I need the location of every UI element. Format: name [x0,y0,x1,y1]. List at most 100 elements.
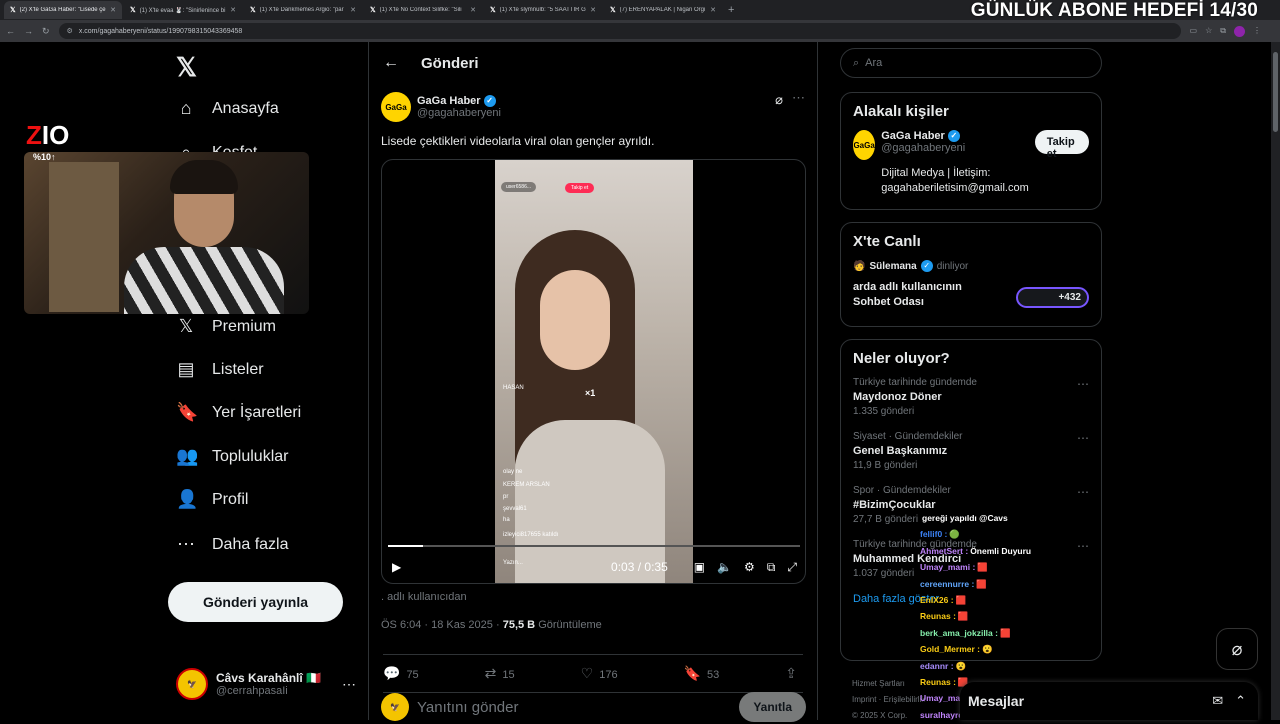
close-icon[interactable]: ✕ [230,6,236,14]
browser-tab[interactable]: 𝕏 (7) ERENYAPALAK | Nigan Orgi ✕ [604,1,722,19]
close-icon[interactable]: ✕ [710,6,716,14]
browser-tab[interactable]: 𝕏 (1) X'te slymnulb: "5 SAATTİR G ✕ [484,1,602,19]
post-button[interactable]: Gönderi yayınla [168,582,343,622]
background-door [49,162,119,312]
nav-item-x[interactable]: 𝕏 Premium [176,316,276,337]
repost-icon: ⇄ [484,665,497,681]
grok-icon[interactable]: ⌀ [775,92,783,108]
volume-icon[interactable]: 🔈 [717,560,732,574]
nav-item-more[interactable]: ⋯ Daha fazla [176,534,289,555]
video-person-face [540,270,610,370]
footer-link[interactable]: Hizmet Şartları [852,676,925,692]
fullscreen-icon[interactable]: ⤢ [787,560,797,575]
expand-icon[interactable]: ⌃ [1235,693,1246,709]
page-scrollbar[interactable] [1271,42,1280,720]
play-icon[interactable]: ▶ [392,560,401,574]
chat-message: edannr : 😮 [920,658,1080,674]
grok-fab-icon[interactable]: ⌀ [1216,628,1258,670]
close-icon[interactable]: ✕ [350,6,356,14]
more-icon[interactable]: ⋯ [1077,431,1089,445]
star-icon[interactable]: ☆ [1205,26,1212,37]
profile-avatar[interactable] [1234,25,1245,37]
share-action[interactable]: ⇪ [785,665,803,682]
messages-drawer[interactable]: Mesajlar ✉ ⌃ [960,682,1258,720]
repost-action[interactable]: ⇄ 15 [485,665,515,682]
video-frame[interactable]: user6586... Takip et HASAN ×1 olay ne KE… [495,160,693,583]
captions-icon[interactable]: ▣ [694,560,705,574]
close-icon[interactable]: ✕ [470,6,476,14]
messages-title: Mesajlar [968,693,1025,709]
new-tab-icon[interactable]: + [724,4,738,16]
more-icon[interactable]: ⋯ [1077,485,1089,499]
settings-icon[interactable]: ⚙ [744,560,755,574]
author-avatar[interactable]: GaGa [381,92,411,122]
install-icon[interactable]: ▭ [1190,26,1198,37]
forward-icon[interactable]: → [24,26,33,36]
trend-item[interactable]: Siyaset · Gündemdekiler Genel Başkanımız 1… [853,431,1089,471]
site-info-icon[interactable]: ⚙ [67,27,73,35]
x-logo-icon[interactable]: 𝕏 [176,52,197,83]
related-avatar[interactable]: GaGa [853,130,876,160]
like-action[interactable]: ♡ 176 [581,665,618,682]
chat-text: 🟥 [957,611,969,622]
account-switcher[interactable]: 🦅 Câvs Karahânlî 🇮🇹 @cerrahpasaIi ⋯ [176,668,356,700]
reply-button[interactable]: Yanıtla [739,692,806,722]
more-icon[interactable]: ⋯ [1077,377,1089,391]
back-arrow-icon[interactable]: ← [383,54,399,72]
footer-copyright: © 2025 X Corp. [852,711,908,720]
url-field[interactable]: ⚙ x.com/gagahaberyeni/status/19907983150… [58,23,1181,39]
video-chat-line: ha [503,517,510,523]
follow-button[interactable]: Takip et [1034,130,1089,160]
chat-text: 🟥 [976,578,987,589]
chat-username: Reunas : [920,677,956,688]
menu-icon[interactable]: ⋮ [1253,26,1261,37]
nav-item-home[interactable]: ⌂ Anasayfa [176,98,279,119]
new-message-icon[interactable]: ✉ [1212,693,1223,709]
nav-item-bookmark[interactable]: 🔖 Yer İşaretleri [176,402,301,423]
trend-item[interactable]: Türkiye tarihinde gündemde Maydonoz Döner… [853,377,1089,417]
avatar: 🦅 [381,693,409,721]
footer-link[interactable]: Imprint · Erişilebilirlik [852,692,925,708]
back-icon[interactable]: ← [6,26,15,36]
tab-label: (2) X'te GaGa Haber: "Lisede çe [19,7,106,13]
reload-icon[interactable]: ↻ [42,26,50,37]
post-timestamp[interactable]: ÖS 6:04 · 18 Kas 2025 · [381,619,500,631]
video-live-header: user6586... [501,182,537,192]
chat-text: Önemli Duyuru [970,545,1032,556]
nav-label: Topluluklar [212,447,289,465]
video-player[interactable]: user6586... Takip et HASAN ×1 olay ne KE… [381,159,806,584]
browser-tab[interactable]: 𝕏 (1) X'te Dankmemes Argio: "par ✕ [244,1,362,19]
chat-message: cereennurre : 🟥 [920,576,1080,592]
nav-item-profile[interactable]: 👤 Profil [176,489,248,510]
space-title[interactable]: arda adlı kullanıcının Sohbet Odası [853,280,993,310]
author-name: GaGa Haber [417,95,481,107]
browser-tab[interactable]: 𝕏 (1) X'te No Context Silifke: "Sili ✕ [364,1,482,19]
reply-input[interactable]: Yanıtını gönder [417,699,518,716]
search-icon: ⌕ [853,56,860,69]
tab-label: (7) ERENYAPALAK | Nigan Orgi [619,7,706,13]
reply-action[interactable]: 💬 75 [383,665,419,682]
related-user[interactable]: GaGa GaGa Haber ✓ @gagahaberyeni Dijital … [853,130,1089,196]
more-icon[interactable]: ⋯ [342,676,356,693]
pip-icon[interactable]: ⧉ [767,560,776,575]
media-source-caption[interactable]: . adlı kullanıcıdan [381,591,467,603]
bookmark-action[interactable]: 🔖 53 [684,665,720,682]
listener-count[interactable]: +432 [1016,287,1089,308]
browser-tab[interactable]: 𝕏 (2) X'te GaGa Haber: "Lisede çe ✕ [4,1,122,19]
nav-item-list[interactable]: ▤ Listeler [176,359,263,380]
post-author[interactable]: GaGa GaGa Haber ✓ @gagahaberyeni [381,92,501,122]
browser-toolbar: ▭ ☆ ⧉ ⋮ [1190,25,1261,37]
close-icon[interactable]: ✕ [110,6,116,14]
x-favicon-icon: 𝕏 [490,7,496,14]
video-chat-line: şevval61 [503,506,527,512]
video-progress-bar[interactable] [388,545,800,547]
close-icon[interactable]: ✕ [590,6,596,14]
nav-item-community[interactable]: 👥 Topluluklar [176,446,288,467]
more-icon[interactable]: ⋯ [792,90,805,106]
live-host[interactable]: 🧑 Sülemana ✓ dinliyor [853,260,1089,272]
post-text: Lisede çektikleri videolarla viral olan … [381,134,655,148]
search-input[interactable]: ⌕ Ara [840,48,1102,78]
scrollbar-thumb[interactable] [1273,52,1278,132]
browser-tab[interactable]: 𝕏 (1) X'te evaa 🐰: "Sinirlenince bi ✕ [124,1,242,19]
extensions-icon[interactable]: ⧉ [1220,26,1226,37]
